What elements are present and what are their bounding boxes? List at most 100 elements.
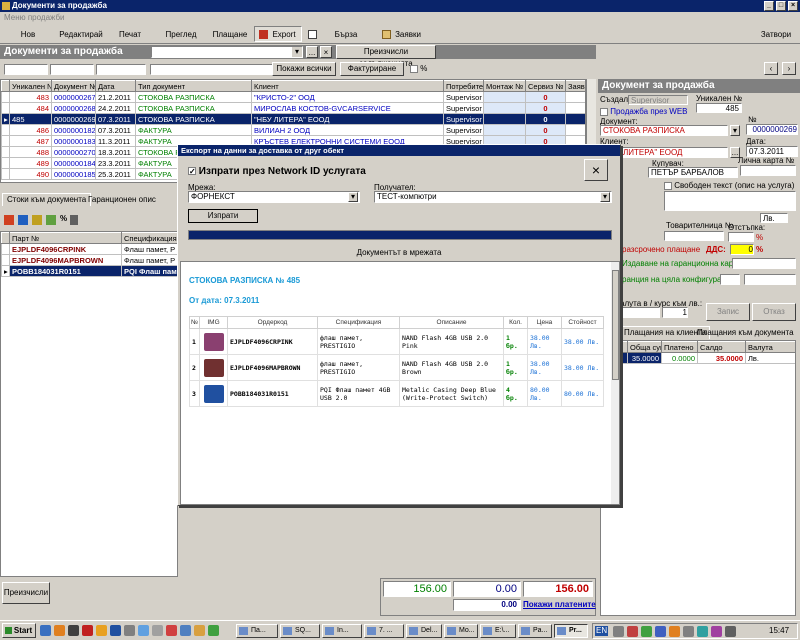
maximize-button[interactable]: □ (776, 1, 786, 11)
start-button[interactable]: Start (2, 623, 36, 638)
doc-type-dropdown[interactable]: ▾ (730, 125, 740, 136)
tab-warranty[interactable]: Гаранционен опис (84, 194, 160, 206)
clear-button[interactable]: × (320, 46, 332, 58)
write-button[interactable]: Запис (706, 303, 750, 321)
percent-filter[interactable]: % (410, 64, 427, 74)
id-card-input[interactable] (740, 165, 796, 176)
folder-icon[interactable] (46, 215, 56, 225)
new-document-button[interactable]: Нов документ (2, 26, 54, 55)
quicklaunch-icon[interactable] (166, 625, 177, 636)
quicklaunch-icon[interactable] (180, 625, 191, 636)
recalc-button[interactable]: Преизчисли (2, 582, 50, 604)
requests-button[interactable]: Заявки (378, 26, 426, 42)
goods-row[interactable]: EJPLDF4096CRPINK Флаш памет, P (1, 243, 177, 255)
col-balance[interactable]: Салдо (697, 341, 746, 353)
document-row[interactable]: 484 0000000268 24.2.2011 СТОКОВА РАЗПИСКА МИ… (1, 102, 585, 114)
filter-client-select[interactable] (150, 64, 278, 75)
tray-icon[interactable] (655, 626, 666, 637)
scroll-thumb[interactable] (612, 270, 619, 380)
show-paid-link[interactable]: Покажи платените (523, 600, 596, 610)
cancel-button[interactable]: Отказ (752, 303, 796, 321)
language-indicator[interactable]: EN (595, 626, 609, 636)
menu-item-sales[interactable]: Меню продажби (4, 13, 65, 22)
tray-icon[interactable] (683, 626, 694, 637)
preview-scrollbar[interactable] (611, 262, 619, 504)
percent-icon[interactable]: % (60, 214, 67, 224)
tray-icon[interactable] (627, 626, 638, 637)
currency-select[interactable]: Лв. (760, 213, 788, 223)
task-item[interactable]: Pa... (518, 624, 552, 638)
col-total[interactable]: Обща сума (627, 341, 662, 353)
num-value[interactable]: 0000000269 (746, 124, 798, 135)
quicklaunch-icon[interactable] (194, 625, 205, 636)
col-date[interactable]: Дата (95, 80, 136, 92)
chevron-down-icon[interactable]: ▾ (348, 192, 358, 202)
goods-row[interactable]: ▸ POBB184031R0151 PQI Флаш пам (1, 265, 177, 277)
dialog-close-button[interactable]: × (584, 159, 608, 181)
buyer-value[interactable]: ПЕТЪР БАРБАЛОВ (648, 167, 738, 178)
rate-value[interactable]: 1 (662, 307, 688, 318)
quicklaunch-icon[interactable] (82, 625, 93, 636)
quick-sale-button[interactable]: Бърза продажба (304, 26, 376, 55)
export-button[interactable]: Export (254, 26, 302, 42)
quicklaunch-icon[interactable] (110, 625, 121, 636)
free-text-option[interactable]: Свободен текст (опис на услуга) (664, 181, 794, 191)
discount-input[interactable] (728, 232, 754, 242)
preview-button[interactable]: Преглед (156, 26, 206, 42)
col-part[interactable]: Парт № (9, 232, 122, 244)
minimize-button[interactable]: _ (764, 1, 774, 11)
task-item-active[interactable]: Pr... (554, 624, 588, 638)
filter-unique-input[interactable] (4, 64, 48, 75)
quicklaunch-icon[interactable] (138, 625, 149, 636)
edit-button[interactable]: Редактирай (56, 26, 106, 42)
tray-icon[interactable] (711, 626, 722, 637)
edit-goods-icon[interactable] (18, 215, 28, 225)
speaker-icon[interactable] (725, 626, 736, 637)
task-item[interactable]: E:\... (480, 624, 516, 638)
web-sale-option[interactable]: Продажба през WEB (600, 107, 688, 117)
task-item[interactable]: Па... (236, 624, 278, 638)
send-button[interactable]: Изпрати (188, 209, 258, 223)
network-select[interactable]: ФОРНЕКСТ (188, 191, 360, 203)
filter-doc-input[interactable] (50, 64, 94, 75)
document-row[interactable]: 483 0000000267 21.2.2011 СТОКОВА РАЗПИСКА "К… (1, 91, 585, 103)
tray-icon[interactable] (669, 626, 680, 637)
show-all-button[interactable]: Покажи всички (272, 62, 336, 76)
vat-value[interactable]: 0 (730, 244, 754, 255)
col-mount[interactable]: Монтаж № (483, 80, 526, 92)
free-text-checkbox[interactable] (664, 181, 672, 190)
close-button[interactable]: Затвори (754, 26, 798, 42)
col-request[interactable]: Заяв (565, 80, 585, 92)
task-item[interactable]: Mo... (444, 624, 478, 638)
recalculate-debts-button[interactable]: Преизчисли задълженията (336, 45, 436, 68)
tab-goods[interactable]: Стоки към документа (2, 193, 92, 206)
quicklaunch-icon[interactable] (152, 625, 163, 636)
payment-row[interactable]: 35.0000 0.0000 35.0000 Лв. (601, 352, 795, 364)
quicklaunch-icon[interactable] (124, 625, 135, 636)
document-row[interactable]: 486 0000000182 07.3.2011 ФАКТУРА ВИЛИАН 2 ОО… (1, 124, 585, 136)
free-text-area[interactable] (664, 191, 796, 211)
tray-icon[interactable] (697, 626, 708, 637)
quicklaunch-icon[interactable] (40, 625, 51, 636)
col-service[interactable]: Сервиз № (525, 80, 566, 92)
col-user[interactable]: Потребител (443, 80, 484, 92)
task-item[interactable]: Del... (406, 624, 442, 638)
network-send-option[interactable]: ✓ Изпрати през Network ID услугата (188, 167, 366, 177)
tray-icon[interactable] (641, 626, 652, 637)
document-type-select[interactable]: ▾ (151, 46, 303, 58)
task-item[interactable]: SQ... (280, 624, 320, 638)
config-input-1[interactable] (720, 274, 740, 285)
client-select[interactable]: ЛИТЕРА" ЕООД (620, 147, 728, 158)
browse-button[interactable]: ... (306, 46, 318, 58)
payment-button[interactable]: Плащане (208, 26, 252, 42)
col-paid[interactable]: Платено (661, 341, 698, 353)
warranty-input[interactable] (732, 258, 796, 269)
task-item[interactable]: In... (322, 624, 362, 638)
col-doc-type[interactable]: Тип документ (135, 80, 252, 92)
recipient-select[interactable]: ТЕСТ-компютри (374, 191, 612, 203)
add-goods-icon[interactable] (4, 215, 14, 225)
col-currency[interactable]: Валута (745, 341, 795, 353)
tab-doc-payments[interactable]: Плащания към документа (694, 327, 797, 339)
quicklaunch-icon[interactable] (208, 625, 219, 636)
config-input-2[interactable] (744, 274, 796, 285)
